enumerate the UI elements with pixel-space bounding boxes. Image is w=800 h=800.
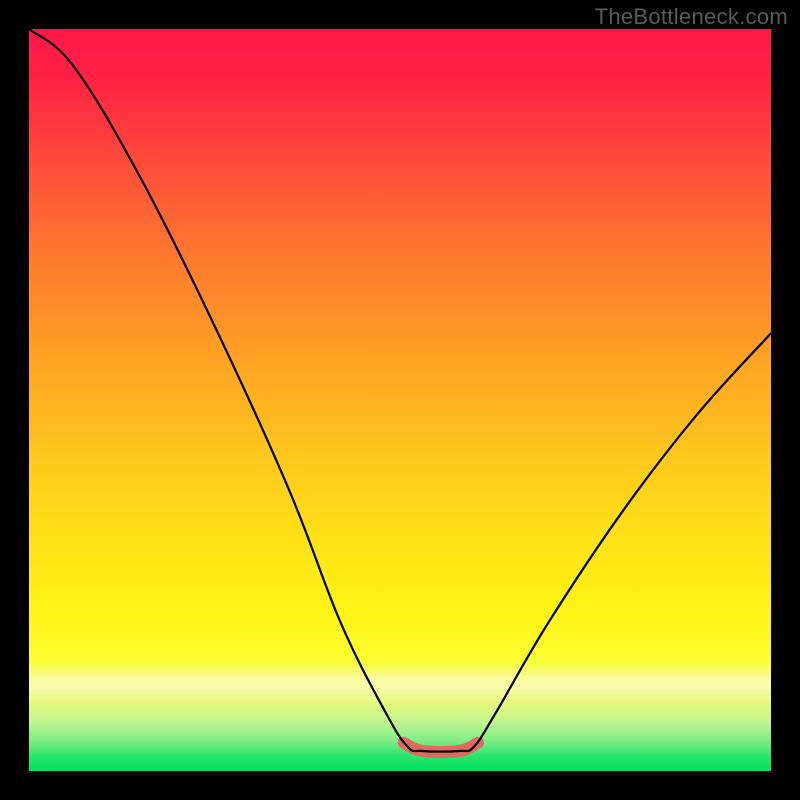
plot-area — [29, 29, 771, 771]
watermark-text: TheBottleneck.com — [595, 4, 788, 30]
curve-layer — [29, 29, 771, 771]
v-curve-path — [29, 29, 771, 752]
chart-frame: TheBottleneck.com — [0, 0, 800, 800]
